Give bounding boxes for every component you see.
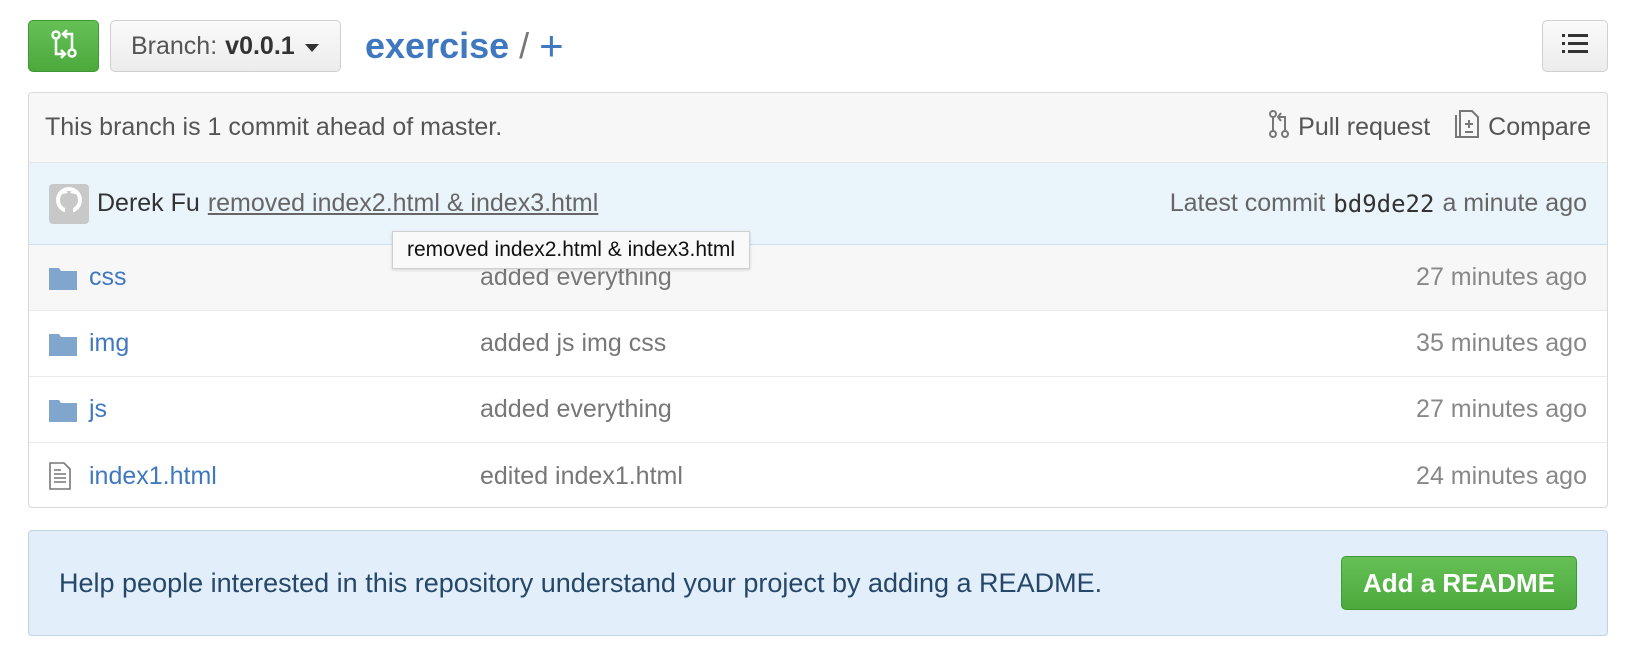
breadcrumb-separator: / — [519, 25, 530, 66]
branch-prefix-label: Branch: — [131, 31, 218, 60]
latest-commit-label: Latest commit — [1169, 189, 1326, 217]
file-row[interactable]: css added everything 27 minutes ago — [29, 245, 1607, 311]
compare-arrows-icon — [49, 28, 79, 65]
pull-request-link[interactable]: Pull request — [1268, 109, 1430, 146]
branch-select-button[interactable]: Branch: v0.0.1 — [110, 20, 341, 72]
compare-label: Compare — [1488, 113, 1591, 141]
file-commit-age: 27 minutes ago — [1416, 263, 1587, 291]
new-file-button[interactable]: + — [539, 25, 564, 67]
file-list: css added everything 27 minutes ago img adde… — [29, 245, 1607, 509]
commit-message-link[interactable]: removed index2.html & index3.html — [208, 189, 598, 218]
file-name-link[interactable]: css — [89, 263, 127, 292]
file-name-link[interactable]: js — [89, 395, 107, 424]
pull-request-label: Pull request — [1298, 113, 1431, 141]
file-commit-age: 27 minutes ago — [1416, 395, 1587, 423]
commit-message-tooltip: removed index2.html & index3.html — [392, 231, 750, 269]
file-name-link[interactable]: index1.html — [89, 462, 217, 491]
folder-icon — [49, 398, 77, 422]
file-commit-message-link[interactable]: edited index1.html — [480, 462, 683, 491]
pull-request-icon — [1268, 109, 1298, 146]
readme-prompt-message: Help people interested in this repositor… — [59, 567, 1103, 598]
file-browser: This branch is 1 commit ahead of master.… — [28, 92, 1608, 508]
branch-status-bar: This branch is 1 commit ahead of master.… — [29, 93, 1607, 163]
folder-icon — [49, 332, 77, 356]
commit-sha-link[interactable]: bd9de22 — [1333, 190, 1434, 218]
add-readme-button[interactable]: Add a README — [1341, 556, 1577, 610]
file-name-link[interactable]: img — [89, 329, 129, 358]
file-commit-message-link[interactable]: added everything — [480, 395, 672, 424]
commit-meta: Latest commit bd9de22 a minute ago — [1170, 189, 1587, 218]
file-commit-age: 35 minutes ago — [1416, 329, 1587, 357]
avatar[interactable] — [49, 183, 89, 224]
list-icon — [1562, 32, 1588, 61]
branch-status-message: This branch is 1 commit ahead of master. — [45, 113, 503, 141]
compare-review-button[interactable] — [28, 20, 99, 72]
file-row[interactable]: index1.html edited index1.html 24 minutes … — [29, 443, 1607, 509]
file-icon — [49, 462, 71, 490]
repo-toolbar: Branch: v0.0.1 exercise / + — [28, 20, 1608, 72]
compare-link[interactable]: Compare — [1454, 109, 1591, 146]
file-commit-message-link[interactable]: added js img css — [480, 329, 666, 358]
branch-name: v0.0.1 — [225, 31, 295, 60]
commit-age: a minute ago — [1442, 189, 1587, 217]
file-row[interactable]: img added js img css 35 minutes ago — [29, 311, 1607, 377]
readme-prompt: Help people interested in this repositor… — [28, 530, 1608, 636]
repo-name-link[interactable]: exercise — [365, 25, 509, 67]
diff-icon — [1454, 109, 1488, 146]
octocat-icon — [54, 185, 84, 222]
folder-icon — [49, 266, 77, 290]
latest-commit-bar: Derek Fu removed index2.html & index3.ht… — [29, 163, 1607, 245]
file-commit-age: 24 minutes ago — [1416, 461, 1587, 490]
caret-down-icon — [304, 43, 319, 52]
commit-author[interactable]: Derek Fu — [97, 189, 200, 218]
file-list-toggle-button[interactable] — [1542, 20, 1608, 72]
breadcrumb: exercise / + — [365, 23, 564, 69]
file-row[interactable]: js added everything 27 minutes ago — [29, 377, 1607, 443]
